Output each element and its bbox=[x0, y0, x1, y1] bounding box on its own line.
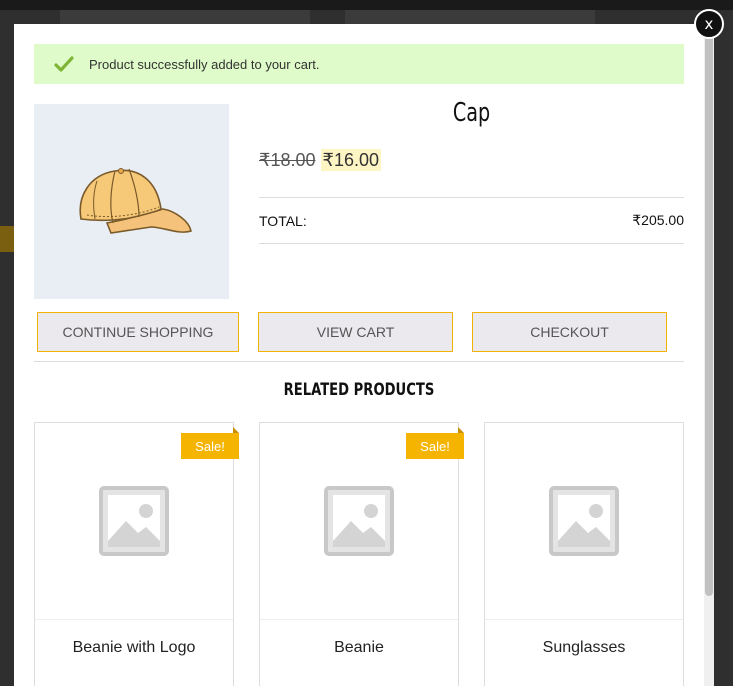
checkout-button[interactable]: CHECKOUT bbox=[472, 312, 667, 352]
total-label: TOTAL: bbox=[259, 212, 307, 229]
related-product-card[interactable]: Beanie with Logo Sale! bbox=[34, 422, 239, 686]
related-product-card[interactable]: Beanie Sale! bbox=[259, 422, 464, 686]
price-original: ₹18.00 bbox=[259, 150, 316, 170]
image-placeholder-icon bbox=[324, 486, 394, 556]
related-product-name[interactable]: Beanie bbox=[260, 639, 458, 657]
backdrop-top-bar bbox=[0, 0, 733, 10]
card-separator bbox=[35, 619, 233, 620]
close-modal-button[interactable]: x bbox=[694, 9, 724, 39]
total-value: ₹205.00 bbox=[632, 212, 684, 228]
backdrop-ghost bbox=[345, 10, 595, 24]
sale-badge: Sale! bbox=[406, 427, 464, 459]
card-separator bbox=[485, 619, 683, 620]
modal-scrollbar-thumb[interactable] bbox=[705, 30, 713, 596]
add-to-cart-modal: Product successfully added to your cart.… bbox=[14, 24, 714, 686]
view-cart-button[interactable]: VIEW CART bbox=[258, 312, 453, 352]
continue-shopping-button[interactable]: CONTINUE SHOPPING bbox=[37, 312, 239, 352]
price-sale: ₹16.00 bbox=[320, 149, 382, 171]
image-placeholder-icon bbox=[99, 486, 169, 556]
backdrop-ghost bbox=[60, 10, 310, 24]
section-divider bbox=[34, 361, 684, 362]
product-image bbox=[34, 104, 229, 299]
checkmark-icon bbox=[54, 56, 74, 72]
success-notice: Product successfully added to your cart. bbox=[34, 44, 684, 84]
image-placeholder-icon bbox=[549, 486, 619, 556]
cart-total-row: TOTAL: ₹205.00 bbox=[259, 197, 684, 244]
cap-illustration bbox=[78, 167, 192, 234]
related-product-name[interactable]: Sunglasses bbox=[485, 639, 683, 657]
related-product-name[interactable]: Beanie with Logo bbox=[35, 639, 233, 657]
related-products-heading: RELATED PRODUCTS bbox=[283, 380, 435, 400]
product-price: ₹18.00 ₹16.00 bbox=[259, 149, 382, 171]
sale-badge: Sale! bbox=[181, 427, 239, 459]
notice-message: Product successfully added to your cart. bbox=[89, 56, 320, 72]
product-title: Cap bbox=[452, 98, 491, 128]
backdrop-ghost-gold bbox=[0, 226, 14, 252]
related-product-card[interactable]: Sunglasses bbox=[484, 422, 684, 686]
card-separator bbox=[260, 619, 458, 620]
product-thumbnail[interactable] bbox=[485, 423, 683, 619]
